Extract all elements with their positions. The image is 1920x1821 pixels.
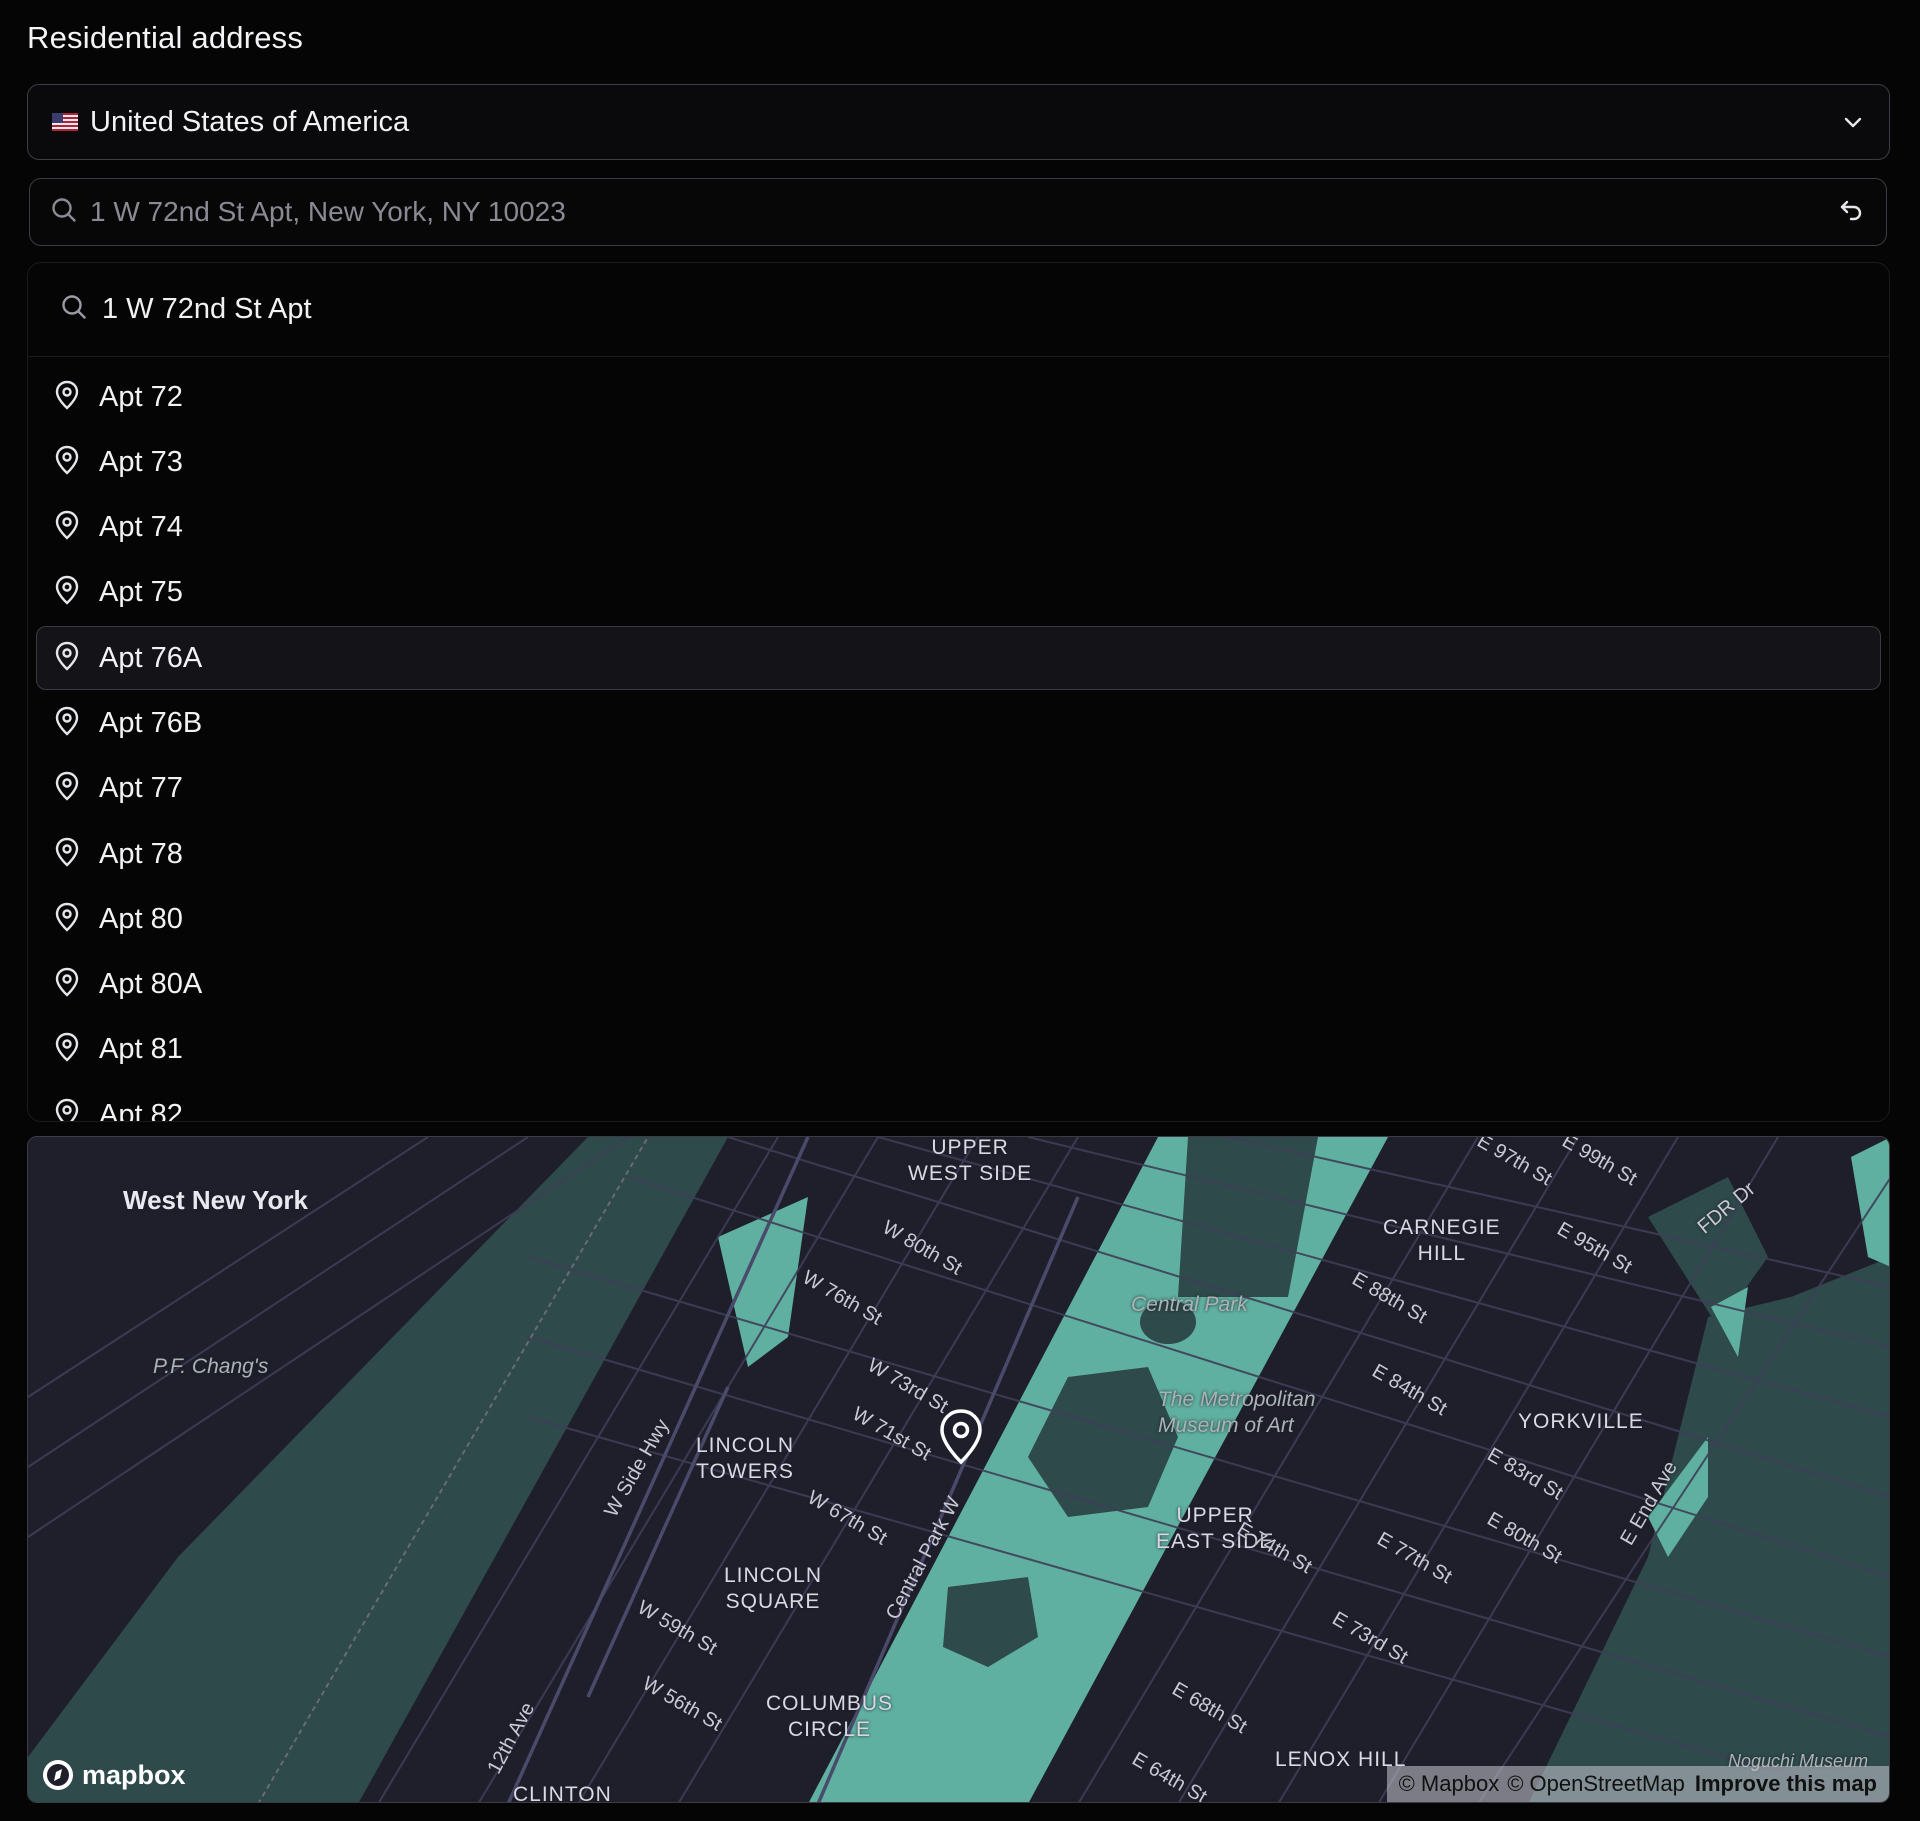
map-label-lincoln-towers: LINCOLN TOWERS — [696, 1434, 795, 1483]
result-label: Apt 81 — [99, 1033, 183, 1066]
map-attribution: © Mapbox © OpenStreetMap Improve this ma… — [1386, 1766, 1889, 1802]
map-label-west-new-york: West New York — [123, 1185, 308, 1215]
dropdown-query[interactable]: 1 W 72nd St Apt — [102, 293, 312, 326]
search-icon — [50, 196, 78, 229]
address-suggestions-dropdown: 1 W 72nd St Apt Apt 72 Apt 73 Apt 74 Apt 75… — [27, 262, 1890, 1122]
mapbox-logo-text: mapbox — [82, 1759, 186, 1790]
result-item[interactable]: Apt 81 — [36, 1018, 1881, 1082]
result-item[interactable]: Apt 72 — [36, 365, 1881, 429]
result-label: Apt 75 — [99, 576, 183, 609]
result-item[interactable]: Apt 80A — [36, 953, 1881, 1017]
undo-icon[interactable] — [1838, 196, 1866, 229]
location-pin-icon — [53, 902, 81, 937]
country-select[interactable]: United States of America — [27, 84, 1890, 160]
result-label: Apt 74 — [99, 511, 183, 544]
location-pin-icon — [53, 1032, 81, 1067]
result-label: Apt 73 — [99, 445, 183, 478]
map-label-columbus-circle: COLUMBUS CIRCLE — [766, 1692, 894, 1741]
result-item[interactable]: Apt 82 — [36, 1083, 1881, 1122]
result-label: Apt 76B — [99, 706, 203, 739]
result-item[interactable]: Apt 76B — [36, 691, 1881, 755]
result-label: Apt 77 — [99, 772, 183, 805]
result-item[interactable]: Apt 77 — [36, 757, 1881, 821]
chevron-down-icon[interactable] — [1841, 110, 1865, 134]
result-item[interactable]: Apt 78 — [36, 822, 1881, 886]
map-label-clinton: CLINTON — [513, 1783, 612, 1803]
map-canvas[interactable] — [28, 1137, 1890, 1803]
mapbox-logo-icon — [43, 1760, 73, 1790]
location-pin-icon — [53, 967, 81, 1002]
improve-map-link[interactable]: Improve this map — [1695, 1771, 1877, 1797]
address-search-input[interactable] — [90, 196, 1838, 228]
location-pin-icon — [53, 575, 81, 610]
result-item[interactable]: Apt 80 — [36, 887, 1881, 951]
location-pin-icon — [53, 445, 81, 480]
map-label-carnegie-hill: CARNEGIE HILL — [1383, 1216, 1501, 1265]
result-label: Apt 80A — [99, 968, 203, 1001]
result-item[interactable]: Apt 76A — [36, 626, 1881, 691]
map-label-lincoln-square: LINCOLN SQUARE — [724, 1564, 823, 1613]
address-search-field[interactable] — [29, 178, 1887, 246]
map-label-pf-changs: P.F. Chang's — [153, 1355, 269, 1378]
map[interactable]: West New York UPPER WEST SIDE CARNEGIE H… — [27, 1136, 1890, 1803]
map-label-central-park: Central Park — [1131, 1293, 1248, 1316]
result-label: Apt 76A — [99, 641, 203, 674]
result-item[interactable]: Apt 73 — [36, 430, 1881, 494]
location-pin-icon — [938, 1409, 984, 1465]
osm-attribution-link[interactable]: © OpenStreetMap — [1507, 1771, 1685, 1797]
location-pin-icon — [53, 641, 81, 676]
mapbox-logo: mapbox — [40, 1757, 186, 1793]
results-list: Apt 72 Apt 73 Apt 74 Apt 75 Apt 76A Apt 76B Ap… — [28, 357, 1889, 1122]
result-label: Apt 82 — [99, 1098, 183, 1122]
us-flag-icon — [52, 113, 78, 131]
country-label: United States of America — [90, 105, 410, 138]
search-icon — [60, 293, 88, 326]
result-label: Apt 78 — [99, 837, 183, 870]
result-item[interactable]: Apt 74 — [36, 496, 1881, 560]
result-label: Apt 80 — [99, 902, 183, 935]
mapbox-attribution-link[interactable]: © Mapbox — [1399, 1771, 1500, 1797]
result-item[interactable]: Apt 75 — [36, 561, 1881, 625]
page-title: Residential address — [27, 20, 304, 55]
location-pin-icon — [53, 706, 81, 741]
map-label-upper-west-side: UPPER WEST SIDE — [908, 1136, 1033, 1185]
location-pin-icon — [53, 1098, 81, 1121]
result-label: Apt 72 — [99, 380, 183, 413]
map-label-yorkville: YORKVILLE — [1518, 1410, 1644, 1433]
map-label-met-museum: The Metropolitan Museum of Art — [1158, 1388, 1316, 1437]
dropdown-search[interactable]: 1 W 72nd St Apt — [28, 263, 1889, 357]
location-pin-icon — [53, 771, 81, 806]
location-pin-icon — [53, 510, 81, 545]
location-pin-icon — [53, 380, 81, 415]
location-pin-icon — [53, 837, 81, 872]
